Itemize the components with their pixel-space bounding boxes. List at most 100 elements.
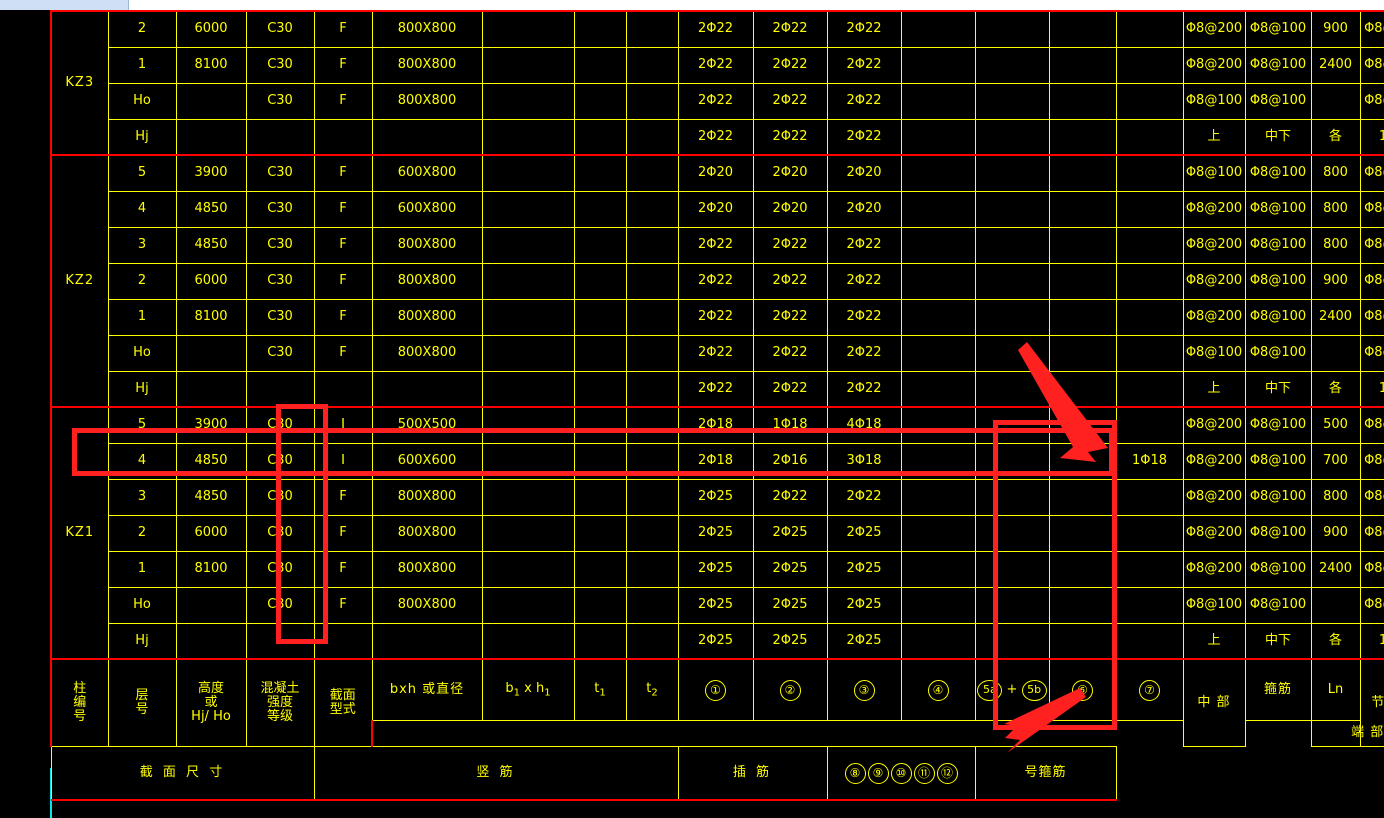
- cell-ln: 800: [1310, 226, 1361, 264]
- cell-section_type: F: [313, 334, 373, 372]
- cell-v1: 2Φ20: [677, 154, 754, 192]
- cell-ln: 各: [1310, 370, 1361, 408]
- cell-concrete: C30: [245, 514, 315, 552]
- cell-floor: 3: [107, 478, 177, 516]
- cell-height: [175, 82, 247, 120]
- cell-mid: Φ8@200: [1182, 478, 1246, 516]
- cell-height: 8100: [175, 298, 247, 336]
- cell-height: [175, 586, 247, 624]
- cell-v3: 2Φ22: [826, 262, 902, 300]
- cell-v5: [974, 514, 1050, 552]
- cell-v1: 2Φ22: [677, 82, 754, 120]
- cell-v5: [974, 118, 1050, 156]
- cell-end: Φ8@100: [1244, 478, 1312, 516]
- cell-v7: [1115, 478, 1184, 516]
- cell-v2: 2Φ22: [752, 370, 828, 408]
- cell-v1: 2Φ18: [677, 442, 754, 480]
- cell-v7: [1115, 514, 1184, 552]
- cell-v3: 3Φ18: [826, 442, 902, 480]
- header-row-primary: 柱编号层号高度或 Hj/ Ho 混凝土 强度 等级 截面 型式 bxh 或直径 b1 x h1 t…: [50, 658, 1384, 747]
- cell-v5: [974, 10, 1050, 48]
- cell-v1: 2Φ22: [677, 298, 754, 336]
- cell-v1: 2Φ22: [677, 262, 754, 300]
- cell-joint: Φ8@100: [1359, 154, 1384, 192]
- cell-bxh: 600X600: [371, 442, 483, 480]
- cell-v4: [900, 46, 976, 84]
- cell-v3: 2Φ22: [826, 334, 902, 372]
- cell-floor: Ho: [107, 586, 177, 624]
- cell-v1: 2Φ22: [677, 46, 754, 84]
- cell-mid: 上: [1182, 622, 1246, 660]
- cell-mid: 上: [1182, 118, 1246, 156]
- cell-bxh: 800X800: [371, 298, 483, 336]
- cell-v5: [974, 226, 1050, 264]
- header-floor: 层号: [107, 658, 177, 747]
- cell-floor: 2: [107, 262, 177, 300]
- table-row: Hj2Φ222Φ222Φ22上中下各1Φ8: [51, 370, 1384, 408]
- table-row: HoC30F800X8002Φ222Φ222Φ22Φ8@100Φ8@100Φ8@…: [51, 334, 1384, 372]
- cell-floor: 3: [107, 226, 177, 264]
- cell-end: Φ8@100: [1244, 46, 1312, 84]
- cell-v5: [974, 154, 1050, 192]
- table-row: 2 6000 C30 F 800X800 2Φ22 2Φ22 2Φ22 Φ8@200 Φ8@100…: [51, 262, 1384, 300]
- table-row: 2 6000 C30 F 800X800 2Φ25 2Φ25 2Φ25 Φ8@200 Φ8@100…: [51, 514, 1384, 552]
- cell-v1: 2Φ22: [677, 334, 754, 372]
- group-label-kz3: KZ3: [50, 10, 109, 156]
- cell-concrete: C30: [245, 406, 315, 444]
- column-schedule-table: KZ3 2 6000 C30 F 800X800 2Φ22 2Φ22 2Φ22 Φ8@200 Φ8@…: [50, 10, 1384, 801]
- header-group-vertical-bars: 竖 筋: [313, 746, 679, 801]
- cell-b1h1: [481, 262, 575, 300]
- cell-bxh: 800X800: [371, 46, 483, 84]
- cell-ln: 900: [1310, 514, 1361, 552]
- cell-floor: Ho: [107, 82, 177, 120]
- cell-end: Φ8@100: [1244, 442, 1312, 480]
- cell-v7: [1115, 10, 1184, 48]
- cell-t1: [573, 262, 627, 300]
- cell-v3: 2Φ25: [826, 586, 902, 624]
- cell-concrete: C30: [245, 226, 315, 264]
- cell-t2: [625, 46, 679, 84]
- cell-ln: 各: [1310, 622, 1361, 660]
- cell-mid: Φ8@200: [1182, 514, 1246, 552]
- group-label-kz1: KZ1: [50, 406, 109, 660]
- cell-v5: [974, 406, 1050, 444]
- cell-floor: 5: [107, 406, 177, 444]
- cell-v5: [974, 298, 1050, 336]
- cell-v4: [900, 154, 976, 192]
- cell-t1: [573, 118, 627, 156]
- cell-t1: [573, 190, 627, 228]
- cell-v4: [900, 118, 976, 156]
- table-row: 1 8100 C30 F 800X800 2Φ25 2Φ25 2Φ25 Φ8@200 Φ8@100…: [51, 550, 1384, 588]
- cell-t2: [625, 190, 679, 228]
- cell-v2: 2Φ20: [752, 154, 828, 192]
- cell-ln: 800: [1310, 154, 1361, 192]
- cell-v5: [974, 262, 1050, 300]
- cell-v6: [1048, 406, 1117, 444]
- cell-joint: Φ8@100: [1359, 334, 1384, 372]
- cell-v3: 2Φ25: [826, 622, 902, 660]
- cell-v7: [1115, 118, 1184, 156]
- cell-end: Φ8@100: [1244, 190, 1312, 228]
- cell-height: [175, 118, 247, 156]
- cell-joint: Φ8@100: [1359, 514, 1384, 552]
- cell-v6: [1048, 190, 1117, 228]
- cell-mid: Φ8@200: [1182, 298, 1246, 336]
- cell-v7: [1115, 46, 1184, 84]
- active-tab-strip[interactable]: [0, 0, 129, 10]
- cell-ln: 各: [1310, 118, 1361, 156]
- cell-v2: 2Φ22: [752, 118, 828, 156]
- cell-v4: [900, 622, 976, 660]
- header-vbar-2: ②: [752, 658, 828, 721]
- cell-v6: [1048, 154, 1117, 192]
- cell-v4: [900, 406, 976, 444]
- cell-v6: [1048, 46, 1117, 84]
- cell-end: Φ8@100: [1244, 10, 1312, 48]
- cell-ln: 900: [1310, 262, 1361, 300]
- header-vbar-4: ④: [900, 658, 976, 721]
- cell-v5: [974, 586, 1050, 624]
- cell-t2: [625, 262, 679, 300]
- cell-v5: [974, 550, 1050, 588]
- cell-v2: 2Φ25: [752, 622, 828, 660]
- cell-ln: 500: [1310, 406, 1361, 444]
- cell-bxh: 800X800: [371, 334, 483, 372]
